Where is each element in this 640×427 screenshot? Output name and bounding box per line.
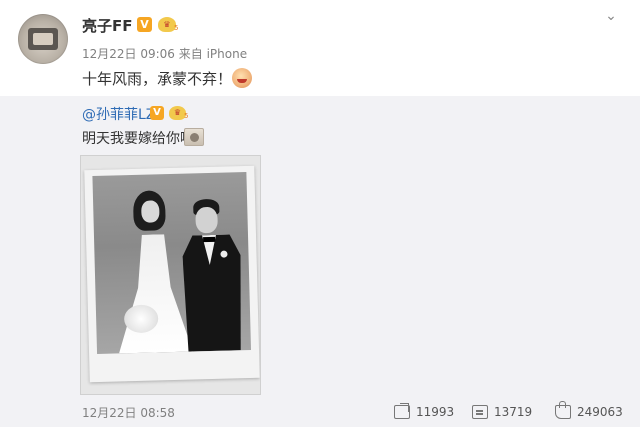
face-emoji-icon: [184, 128, 204, 146]
chevron-down-icon[interactable]: ⌄: [603, 8, 619, 24]
level-badge: 5: [174, 24, 179, 32]
post-meta: 12月22日 09:06 来自 iPhone: [82, 47, 248, 61]
wedding-dress: [116, 234, 193, 354]
share-count: 11993: [416, 405, 455, 419]
photo-frame: [84, 165, 260, 383]
repost-level-badge: 5: [184, 112, 189, 120]
verified-icon: V: [137, 17, 152, 32]
wedding-photo[interactable]: [80, 155, 261, 395]
bride-face: [141, 200, 160, 223]
comment-icon: [472, 405, 488, 419]
repost-verified-icon: V: [150, 106, 164, 120]
repost-time[interactable]: 12月22日 08:58: [82, 404, 175, 421]
comment-count: 13719: [494, 405, 533, 419]
bowtie: [203, 236, 216, 243]
author-name[interactable]: 亮子FF: [82, 15, 133, 36]
photo-background: [92, 172, 252, 354]
thumbs-up-icon: [555, 401, 571, 419]
comment-button[interactable]: 13719: [472, 402, 532, 422]
post-text: 十年风雨，承蒙不弃！: [82, 70, 233, 88]
repost-author-link[interactable]: @孙菲菲LZ: [82, 104, 155, 124]
groom-face: [195, 206, 218, 234]
like-count: 249063: [577, 405, 623, 419]
avatar[interactable]: [18, 14, 68, 64]
weibo-post: 亮子FF V ♛ 5 ⌄ 12月22日 09:06 来自 iPhone 十年风雨…: [0, 0, 640, 427]
share-button[interactable]: 11993: [394, 402, 454, 422]
like-button[interactable]: 249063: [555, 401, 623, 422]
groom-suit: [182, 234, 243, 351]
smiley-emoji-icon: [232, 68, 252, 88]
share-icon: [394, 405, 410, 419]
repost-text: 明天我要嫁给你啦: [82, 131, 194, 147]
avatar-image-detail: [33, 33, 53, 45]
